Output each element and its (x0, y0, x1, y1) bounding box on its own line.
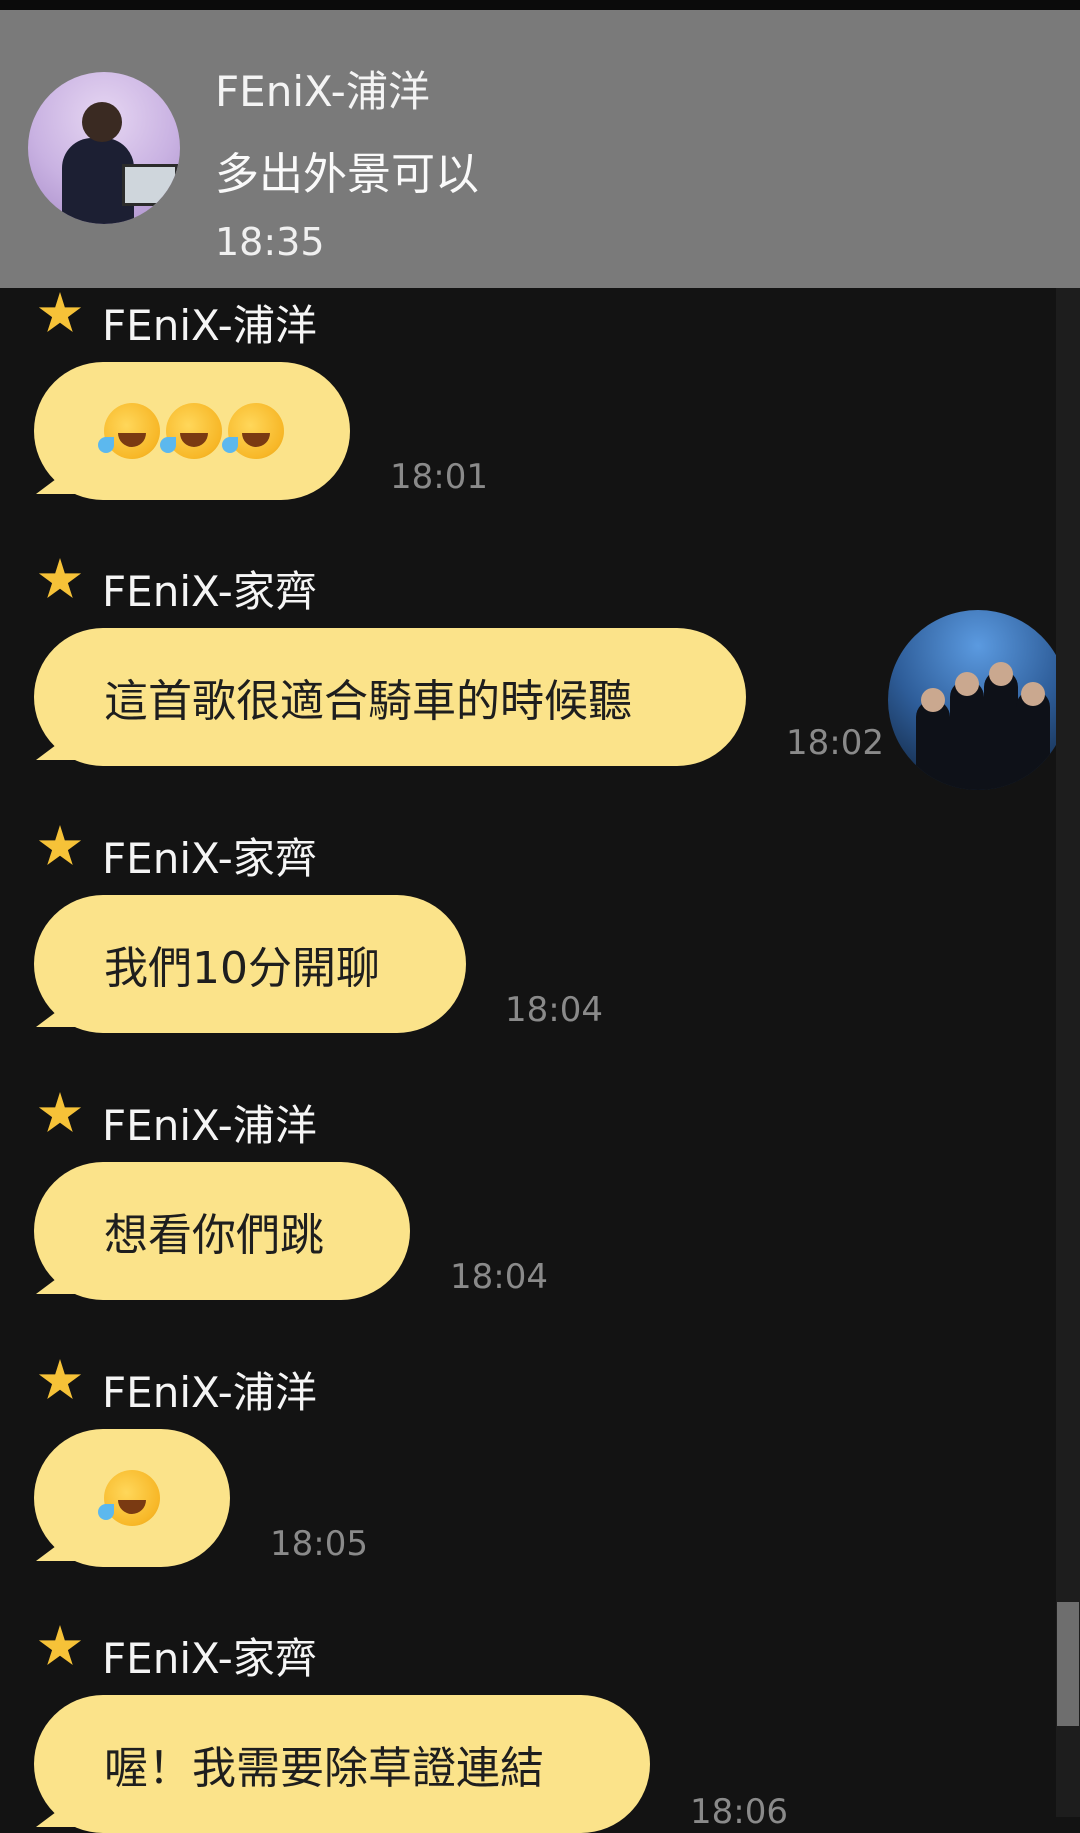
star-icon (38, 292, 82, 333)
laughing-emoji-icon (98, 403, 160, 459)
status-bar (0, 0, 1080, 10)
message-bubble[interactable]: 喔！我需要除草證連結 (34, 1695, 650, 1833)
message-text: 我們10分開聊 (104, 943, 380, 994)
notification-sender: FEniX-浦洋 (215, 67, 430, 116)
message-bubble[interactable] (34, 1429, 230, 1567)
message-text: 想看你們跳 (104, 1210, 324, 1261)
message-text: 這首歌很適合騎車的時候聽 (104, 676, 632, 727)
scrollbar-track[interactable] (1056, 288, 1080, 1817)
message-sender: FEniX-浦洋 (102, 301, 317, 350)
star-icon (38, 825, 82, 866)
message-time: 18:02 (786, 723, 884, 763)
star-icon (38, 1359, 82, 1400)
star-icon (38, 558, 82, 599)
laughing-emoji-icon (98, 1470, 160, 1526)
message-sender: FEniX-家齊 (102, 567, 317, 616)
message-time: 18:06 (690, 1792, 788, 1832)
message-sender: FEniX-家齊 (102, 834, 317, 883)
group-avatar[interactable] (888, 610, 1068, 790)
message-bubble[interactable]: 這首歌很適合騎車的時候聽 (34, 628, 746, 766)
notification-time: 18:35 (215, 220, 325, 264)
message-time: 18:05 (270, 1524, 368, 1564)
sender-avatar (28, 72, 180, 224)
notification-message: 多出外景可以 (215, 149, 479, 200)
message-sender: FEniX-浦洋 (102, 1101, 317, 1150)
message-bubble[interactable]: 想看你們跳 (34, 1162, 410, 1300)
message-time: 18:01 (390, 457, 488, 497)
scrollbar-thumb[interactable] (1057, 1602, 1079, 1726)
star-icon (38, 1625, 82, 1666)
message-sender: FEniX-浦洋 (102, 1368, 317, 1417)
message-sender: FEniX-家齊 (102, 1634, 317, 1683)
laughing-emoji-icon (222, 403, 284, 459)
message-bubble[interactable] (34, 362, 350, 500)
message-text: 喔！我需要除草證連結 (104, 1743, 544, 1794)
laughing-emoji-icon (160, 403, 222, 459)
star-icon (38, 1092, 82, 1133)
message-time: 18:04 (450, 1257, 548, 1297)
message-time: 18:04 (505, 990, 603, 1030)
message-bubble[interactable]: 我們10分開聊 (34, 895, 466, 1033)
message-notification-banner[interactable]: FEniX-浦洋 多出外景可以 18:35 (0, 10, 1080, 288)
